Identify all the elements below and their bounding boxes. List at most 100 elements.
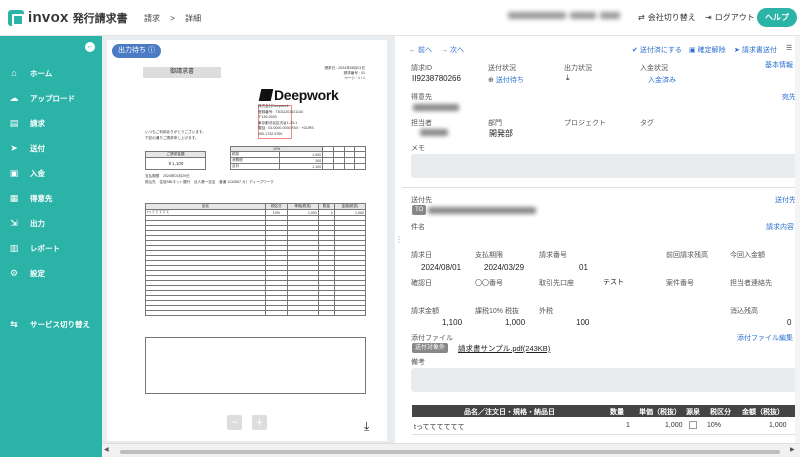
attachment-label: 添付ファイル [411,335,453,342]
sidebar-item-switch-service[interactable]: ⇆ サービス切り替え [0,315,102,333]
field-label: 請求番号 [539,252,567,259]
vertical-scrollbar[interactable] [795,36,800,443]
sidebar-item-label: ホーム [30,68,53,78]
field-label: 消込残高 [730,308,758,315]
attachment-edit-link[interactable]: 添付ファイル編集 [737,333,793,343]
organization-name-redacted [508,12,628,22]
prev-button[interactable]: ← 前へ [409,45,432,55]
sidebar-item-upload[interactable]: ☁ アップロード [0,89,102,107]
output-status-badge[interactable]: 出力待ち ⓘ [112,44,161,58]
col-header: 源泉 [686,409,700,416]
help-button[interactable]: ヘルプ [757,8,797,27]
switch-icon: ⇄ [638,13,645,22]
sidebar-item-label: 出力 [30,218,45,228]
send-icon: ➤ [10,142,18,153]
menu-icon[interactable]: ☰ [786,44,792,52]
sidebar-item-home[interactable]: ⌂ ホーム [0,64,102,82]
next-button[interactable]: → 次へ [441,45,464,55]
unconfirm-label: 確定解除 [697,47,726,54]
sidebar-item-send[interactable]: ➤ 送付 [0,139,102,157]
sidebar-item-output[interactable]: ⇲ 出力 [0,214,102,232]
field-label: 確認日 [411,280,432,287]
app-logo[interactable]: invox 発行請求書 [8,9,128,26]
status-badge-label: 出力待ち [118,47,146,54]
collapse-sidebar-icon[interactable]: ← [85,42,95,52]
tax-value: 100 [576,318,590,327]
switch-company-button[interactable]: ⇄ 会社切り替え [638,12,696,23]
sidebar-item-customers[interactable]: ▦ 得意先 [0,189,102,207]
col-header: 品名／注文日・規格・納品日 [464,409,555,416]
wallet-icon: ▣ [9,167,19,178]
sidebar-item-label: アップロード [30,93,75,103]
globe-icon: ⊕ [488,77,494,84]
mark-sent-button[interactable]: ✔ 送付済にする [632,45,682,55]
col-header: 数量 [610,409,624,416]
gear-icon: ⚙ [9,267,19,278]
company-line: 050-1742-5760 [258,131,283,136]
invoice-amount-value: 1,100 [442,318,463,327]
scroll-right-icon[interactable]: ▶ [790,446,795,453]
scroll-left-icon[interactable]: ◀ [104,446,109,453]
company-brand-logo: Deepwork [258,87,339,103]
building-icon: ▦ [9,192,19,203]
output-download-icon[interactable]: ⤓ [566,73,570,83]
info-icon: ⓘ [147,47,155,54]
download-icon[interactable]: ⤓ [364,419,369,434]
send-invoice-label: 請求書送付 [741,47,777,54]
sidebar-item-invoices[interactable]: ▤ 請求 [0,114,102,132]
sidebar-item-payment[interactable]: ▣ 入金 [0,164,102,182]
account-value: テスト [603,279,624,286]
sidebar-item-label: 得意先 [30,193,53,203]
sendto-link[interactable]: 送付先 [775,195,796,205]
field-label: 取引先口座 [539,280,574,287]
due-date-line: 支払期限 2024年03月29日 [145,174,190,179]
output-status-label: 出力状況 [564,65,592,72]
send-status-value[interactable]: ⊕ 送付待ち [488,75,524,85]
invoice-doc-title: 御請求書 [143,67,221,78]
brand-name: Deepwork [274,87,339,103]
invoice-date-value: 2024/08/01 [421,263,462,272]
attachment-file-link[interactable]: 請求書サンプル.pdf(243KB) [458,343,550,354]
deepwork-logo-icon [258,89,274,101]
sendto-label: 送付先 [411,197,432,204]
zoom-in-button[interactable]: + [252,415,267,430]
withholding-checkbox[interactable] [689,421,697,429]
remaining-balance-value: 0 [787,318,792,327]
breadcrumb: 請求 > 詳細 [140,13,205,24]
memo-field[interactable] [411,154,797,178]
app-name: invox [28,9,69,26]
invoice-meta: 請求日 : 2024年08月01日 請求番号 : 01 ページ : 1 / 1 [315,66,365,81]
breadcrumb-invoices[interactable]: 請求 [144,14,160,23]
horizontal-scrollbar-thumb[interactable] [120,450,780,454]
send-invoice-button[interactable]: ➤ 請求書送付 [734,45,777,55]
sidebar-item-label: 送付 [30,143,45,153]
breadcrumb-detail: 詳細 [185,14,202,23]
field-label: 支払期限 [475,252,503,259]
sidebar-item-reports[interactable]: ▥ レポート [0,239,102,257]
breadcrumb-separator: > [170,14,175,23]
invoice-meta-page: ページ : 1 / 1 [344,76,365,80]
logout-button[interactable]: ⇥ ログアウト [705,12,755,23]
to-chip: TO [412,205,427,215]
unconfirm-button[interactable]: ▣ 確定解除 [689,45,726,55]
notes-box [145,337,366,394]
remarks-field[interactable] [411,368,797,392]
recipient-email-redacted [428,207,536,214]
bank-value: 住信SBIネット銀行 法人第一支店 普通 1134567 カ）ディープワーク [159,180,274,184]
export-icon: ⇲ [10,217,18,228]
basic-info-link[interactable]: 基本情報 [765,60,793,70]
customer-label: 得意先 [411,94,432,101]
logout-icon: ⇥ [705,13,712,22]
zoom-out-button[interactable]: − [227,415,242,430]
payment-status-value[interactable]: 入金済み [648,75,676,85]
sidebar-item-settings[interactable]: ⚙ 設定 [0,264,102,282]
items-preview-table: 品名 税区分 単価(税抜) 数量 金額(税抜) tっててててて 10% 1,00… [145,203,367,316]
remarks-label: 備考 [411,359,425,366]
invoice-content-link[interactable]: 請求内容 [766,222,794,232]
invoice-number-value: 01 [579,263,588,272]
address-link[interactable]: 宛先 [782,92,796,102]
top-bar: invox 発行請求書 請求 > 詳細 ⇄ 会社切り替え ⇥ ログアウト ヘルプ [0,0,800,36]
dept-value: 開発部 [489,129,513,138]
invoice-id-label: 請求ID [411,65,432,72]
greeting-line: 下記の通りご請求申し上げます。 [145,135,199,140]
